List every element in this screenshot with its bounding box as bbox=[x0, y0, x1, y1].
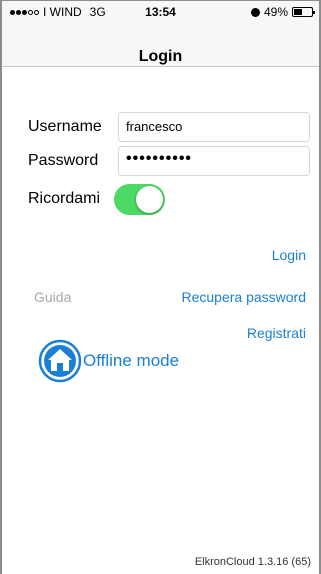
offline-mode-label: Offline mode bbox=[83, 351, 180, 370]
login-link[interactable]: Login bbox=[272, 247, 306, 263]
guide-link[interactable]: Guida bbox=[34, 289, 71, 305]
status-bar: I WIND 3G 13:54 49% bbox=[2, 1, 319, 23]
do-not-disturb-icon bbox=[250, 7, 260, 17]
remember-label: Ricordami bbox=[28, 190, 101, 207]
home-icon bbox=[38, 339, 82, 383]
battery-percent: 49% bbox=[263, 5, 288, 19]
register-link[interactable]: Registrati bbox=[247, 325, 306, 341]
password-label: Password bbox=[28, 152, 99, 169]
remember-row: Ricordami bbox=[28, 184, 100, 214]
username-row: Username bbox=[28, 112, 102, 142]
username-field[interactable]: francesco bbox=[118, 112, 310, 142]
recover-password-link[interactable]: Recupera password bbox=[181, 289, 306, 305]
phone-screen: I WIND 3G 13:54 49% Login Username franc… bbox=[0, 0, 321, 574]
app-version: ElkronCloud 1.3.16 (65) bbox=[194, 556, 311, 568]
remember-toggle[interactable] bbox=[114, 184, 165, 215]
battery-icon bbox=[292, 7, 315, 17]
page-title: Login bbox=[138, 48, 183, 65]
offline-mode-button[interactable]: Offline mode bbox=[38, 339, 179, 383]
password-field[interactable]: •••••••••• bbox=[118, 146, 310, 176]
toggle-knob bbox=[136, 186, 163, 213]
status-right: 49% bbox=[250, 5, 315, 19]
username-label: Username bbox=[28, 118, 102, 135]
password-row: Password bbox=[28, 146, 98, 176]
navigation-bar: Login bbox=[2, 23, 319, 67]
